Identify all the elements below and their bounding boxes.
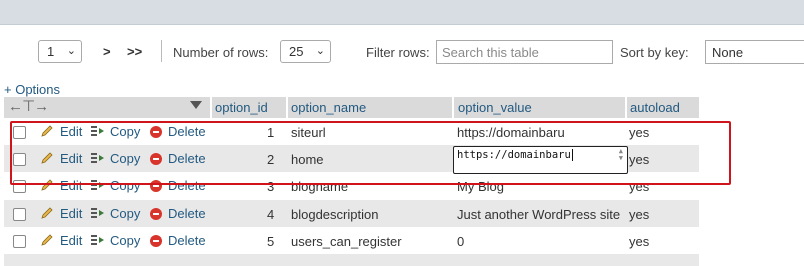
cell-autoload: yes xyxy=(629,234,650,249)
sort-dropdown-icon[interactable] xyxy=(190,101,202,109)
top-toolbar xyxy=(0,0,804,25)
header-option-name[interactable]: option_name xyxy=(288,97,452,118)
divider xyxy=(161,40,162,62)
chevron-down-icon: ⌄ xyxy=(315,45,325,57)
cell-autoload: yes xyxy=(629,207,650,222)
last-page-button[interactable]: >> xyxy=(127,44,142,59)
cell-option-value[interactable]: 0 xyxy=(457,234,464,249)
sortkey-select[interactable]: None xyxy=(705,40,804,64)
delete-link[interactable]: Delete xyxy=(168,206,206,221)
page-select[interactable]: 1 ⌄ xyxy=(38,40,82,63)
delete-icon xyxy=(150,208,162,220)
next-page-button[interactable]: > xyxy=(103,44,111,59)
column-header-label[interactable]: autoload xyxy=(630,100,680,115)
rows-label: Number of rows: xyxy=(173,45,269,60)
page-select-value: 1 xyxy=(47,44,55,59)
copy-link[interactable]: Copy xyxy=(110,233,140,248)
pencil-icon xyxy=(41,234,53,246)
header-autoload[interactable]: autoload xyxy=(627,97,699,118)
header-option-value[interactable]: option_value xyxy=(454,97,625,118)
header-option-id[interactable]: option_id xyxy=(212,97,286,118)
copy-icon xyxy=(91,235,104,245)
row-checkbox[interactable] xyxy=(13,208,26,221)
edit-link[interactable]: Edit xyxy=(60,233,82,248)
delete-icon xyxy=(150,235,162,247)
column-header-label[interactable]: option_id xyxy=(215,100,268,115)
column-header-label[interactable]: option_value xyxy=(458,100,532,115)
rows-select[interactable]: 25 ⌄ xyxy=(280,40,331,63)
table-row: Edit Copy Delete 4 blogdescription Just … xyxy=(4,200,699,227)
copy-link[interactable]: Copy xyxy=(110,206,140,221)
cell-option-id: 5 xyxy=(267,234,275,249)
options-link[interactable]: + Options xyxy=(4,82,60,97)
filter-label: Filter rows: xyxy=(366,45,430,60)
cell-option-id: 4 xyxy=(267,207,275,222)
column-header-label[interactable]: option_name xyxy=(291,100,366,115)
edit-link[interactable]: Edit xyxy=(60,206,82,221)
delete-link[interactable]: Delete xyxy=(168,233,206,248)
cell-option-name: users_can_register xyxy=(291,234,402,249)
search-input[interactable]: Search this table xyxy=(436,40,613,64)
pencil-icon xyxy=(41,207,53,219)
sortkey-label: Sort by key: xyxy=(620,45,689,60)
row-checkbox[interactable] xyxy=(13,235,26,248)
column-arrows-icon[interactable]: ←⊤→ xyxy=(8,97,49,115)
rows-select-value: 25 xyxy=(289,44,304,59)
highlight-box xyxy=(10,121,731,185)
copy-icon xyxy=(91,208,104,218)
table-row xyxy=(4,254,699,266)
cell-option-value[interactable]: Just another WordPress site xyxy=(457,207,620,222)
cell-option-name: blogdescription xyxy=(291,207,379,222)
table-row: Edit Copy Delete 5 users_can_register 0 … xyxy=(4,227,699,254)
chevron-down-icon: ⌄ xyxy=(66,45,76,57)
